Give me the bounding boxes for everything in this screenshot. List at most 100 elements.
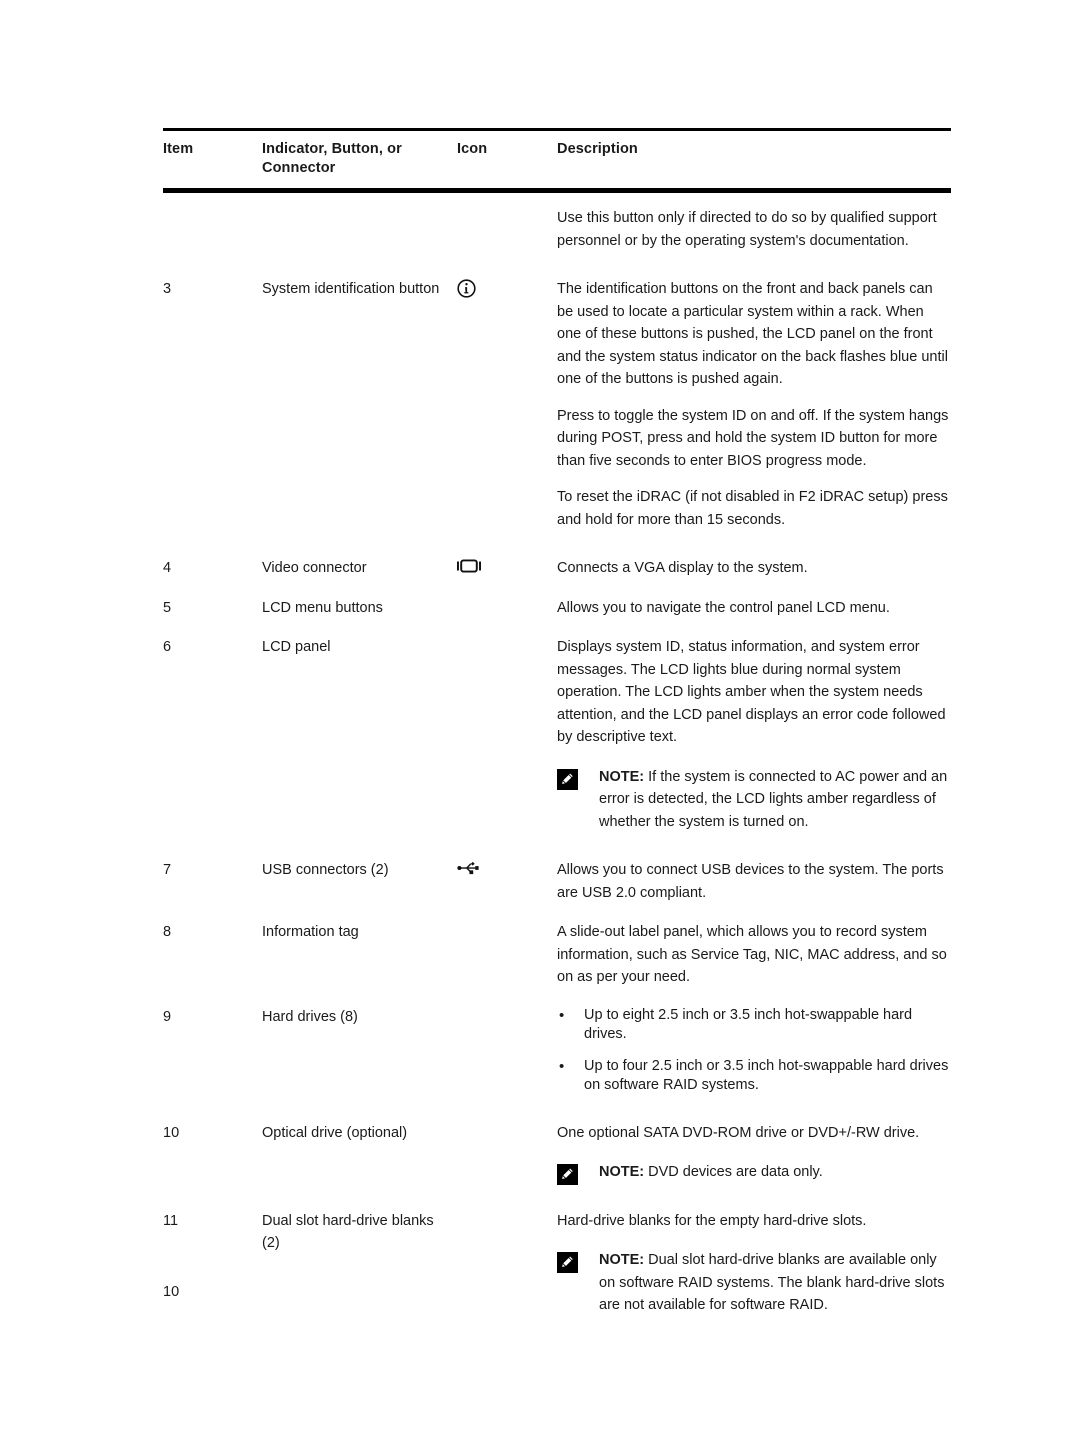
description-paragraph: Press to toggle the system ID on and off… [557,407,949,469]
description-paragraph: Hard-drive blanks for the empty hard-dri… [557,1212,867,1229]
description-paragraph: Allows you to connect USB devices to the… [557,862,944,901]
note-block: NOTE: If the system is connected to AC p… [557,766,951,834]
note-pencil-icon [557,1252,578,1273]
description-paragraph: Allows you to navigate the control panel… [557,599,890,616]
column-header-indicator-button-connector: Indicator, Button, or Connector [262,140,457,178]
row-item-number: 4 [163,560,172,576]
row-gap [163,1184,951,1210]
row-description: A slide-out label panel, which allows yo… [557,921,951,989]
row-label: Hard drives (8) [262,1008,358,1025]
table-row: 7 USB connectors (2) Allows you to conne… [163,859,951,904]
row-description: Allows you to navigate the control panel… [557,597,951,620]
row-description: Hard-drive blanks for the empty hard-dri… [557,1210,951,1317]
row-gap [163,252,951,278]
row-item-number: 11 [163,1212,179,1229]
usb-icon [457,860,481,876]
row-label: Optical drive (optional) [262,1124,408,1141]
description-bullet-list: • Up to eight 2.5 inch or 3.5 inch hot-s… [557,1006,951,1096]
row-gap [163,1096,951,1122]
list-item: • Up to four 2.5 inch or 3.5 inch hot-sw… [557,1057,951,1096]
column-header-icon: Icon [457,141,488,157]
table-row: 10 Optical drive (optional) One optional… [163,1122,951,1185]
row-item-number: 10 [163,1124,180,1141]
row-label: Video connector [262,560,367,576]
description-paragraph: One optional SATA DVD-ROM drive or DVD+/… [557,1124,920,1141]
row-item-number: 3 [163,281,172,297]
page-number: 10 [163,1284,180,1300]
note-block: NOTE: Dual slot hard-drive blanks are av… [557,1249,951,1317]
column-header-indicator-line2: Connector [262,160,336,176]
description-paragraph: Use this button only if directed to do s… [557,210,937,249]
bullet-icon: • [559,1057,565,1075]
document-page: Item Indicator, Button, or Connector Ico… [0,0,1080,1434]
row-label: System identification button [262,281,440,297]
row-item-number: 9 [163,1008,172,1025]
row-label: Information tag [262,924,359,940]
list-item-text: Up to four 2.5 inch or 3.5 inch hot-swap… [584,1057,949,1094]
monitor-vga-icon [457,558,481,574]
row-icon [457,207,557,208]
row-gap [163,619,951,636]
row-gap [163,904,951,921]
description-paragraph: To reset the iDRAC (if not disabled in F… [557,489,948,528]
row-description: One optional SATA DVD-ROM drive or DVD+/… [557,1122,951,1185]
table-header-row: Item Indicator, Button, or Connector Ico… [163,131,951,188]
table-row: 3 System identification button The ident… [163,278,951,531]
note-text: Dual slot hard-drive blanks are availabl… [599,1252,945,1313]
row-label-line2: (2) [262,1235,280,1251]
description-paragraph: Displays system ID, status information, … [557,639,946,745]
row-icon [457,1006,557,1007]
note-text: DVD devices are data only. [644,1164,823,1180]
note-prefix: NOTE: [599,1164,645,1180]
table-row: 5 LCD menu buttons Allows you to navigat… [163,597,951,620]
information-circle-icon [457,279,476,298]
row-description: The identification buttons on the front … [557,278,951,531]
table-row-continued: Use this button only if directed to do s… [163,207,951,252]
specifications-table: Item Indicator, Button, or Connector Ico… [163,128,951,1317]
row-item-number: 6 [163,639,172,655]
note-block: NOTE: DVD devices are data only. [557,1161,951,1185]
row-description: • Up to eight 2.5 inch or 3.5 inch hot-s… [557,1006,951,1096]
bullet-icon: • [559,1006,565,1024]
row-icon [457,1210,557,1211]
list-item-text: Up to eight 2.5 inch or 3.5 inch hot-swa… [584,1006,913,1043]
column-header-item: Item [163,141,194,157]
note-pencil-icon [557,768,578,790]
note-pencil-icon [557,1164,578,1185]
row-label: LCD menu buttons [262,599,383,616]
table-row: 6 LCD panel Displays system ID, status i… [163,636,951,833]
row-item-number: 8 [163,924,172,940]
note-text: If the system is connected to AC power a… [599,768,948,830]
column-header-description: Description [557,141,638,157]
row-item-number: 5 [163,599,172,616]
row-icon [457,921,557,922]
row-icon [457,1122,557,1123]
row-icon [457,597,557,598]
column-header-indicator-line1: Indicator, Button, or [262,141,402,157]
table-row: 11 Dual slot hard-drive blanks (2) Hard-… [163,1210,951,1317]
row-description: Displays system ID, status information, … [557,636,951,833]
row-description: Allows you to connect USB devices to the… [557,859,951,904]
row-gap [163,989,951,1006]
row-description: Use this button only if directed to do s… [557,207,951,252]
row-icon-cell [457,859,557,876]
description-paragraph: A slide-out label panel, which allows yo… [557,924,947,985]
row-label: LCD panel [262,639,331,655]
description-paragraph: The identification buttons on the front … [557,281,948,387]
table-row: 8 Information tag A slide-out label pane… [163,921,951,989]
description-paragraph: Connects a VGA display to the system. [557,560,808,576]
row-label-line1: Dual slot hard-drive blanks [262,1212,434,1229]
row-icon [457,636,557,637]
row-description: Connects a VGA display to the system. [557,557,951,580]
row-label: USB connectors (2) [262,862,389,878]
table-row: 9 Hard drives (8) • Up to eight 2.5 inch… [163,1006,951,1096]
row-icon-cell [457,278,557,298]
note-prefix: NOTE: [599,768,645,785]
row-gap [163,833,951,859]
note-prefix: NOTE: [599,1252,645,1268]
list-item: • Up to eight 2.5 inch or 3.5 inch hot-s… [557,1006,951,1045]
row-item-number: 7 [163,862,172,878]
table-row: 4 Video connector Connects a VGA display… [163,557,951,580]
table-body: Use this button only if directed to do s… [163,193,951,1317]
row-icon-cell [457,557,557,574]
